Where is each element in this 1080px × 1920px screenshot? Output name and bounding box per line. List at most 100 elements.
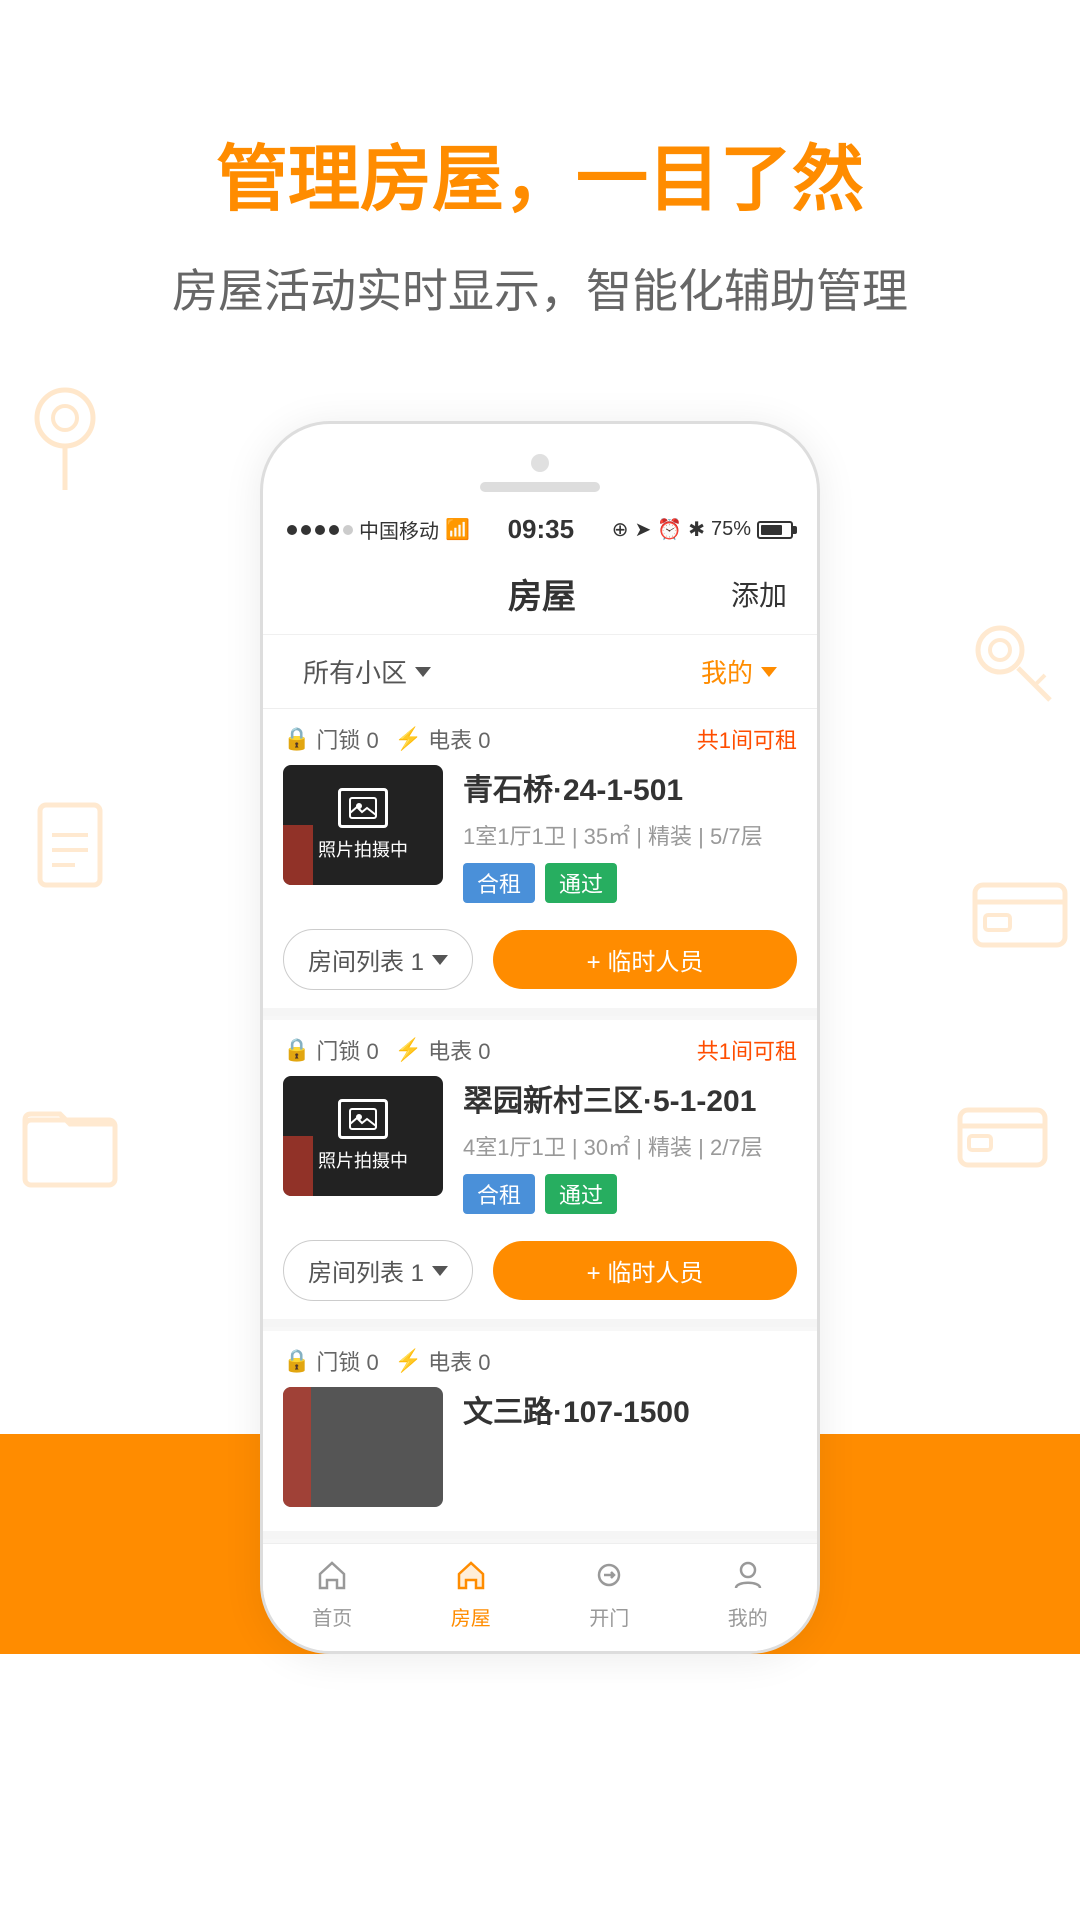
tag-tongguo-1: 通过 [545,863,617,903]
chevron-down-icon-2 [761,667,777,677]
add-button[interactable]: 添加 [731,574,787,614]
available-prefix-2: 共 [697,1039,719,1064]
status-time: 09:35 [508,514,575,545]
battery-text: 75% [711,518,751,541]
card-stats-3: 🔒 门锁 0 ⚡ 电表 0 [263,1331,817,1387]
open-door-nav-icon [592,1558,626,1598]
room-list-button-1[interactable]: 房间列表 1 [283,929,473,990]
nav-home-label: 首页 [312,1602,352,1631]
temp-staff-button-2[interactable]: + 临时人员 [493,1241,797,1300]
nav-item-mine[interactable]: 我的 [698,1558,798,1631]
app-header: 房屋 添加 [263,553,817,635]
electric-label-1: 电表 0 [428,723,490,755]
stats-left-2: 🔒 门锁 0 ⚡ 电表 0 [283,1034,491,1066]
mine-label: 我的 [701,653,753,690]
gps-icon: ➤ [635,517,652,542]
alarm-icon: ⏰ [657,517,682,542]
electric-stat-1: ⚡ 电表 0 [395,723,491,755]
room-list-label-1: 房间列表 1 [308,942,424,977]
filter-left[interactable]: 所有小区 [303,653,431,690]
dot3 [315,525,325,535]
electric-icon-2: ⚡ [395,1037,422,1063]
location-icon: ⊕ [612,517,629,542]
card-body-3: 文三路·107-1500 [263,1387,817,1523]
card-detail-1: 1室1厅1卫 | 35㎡ | 精装 | 5/7层 [463,819,797,851]
house-nav-icon [454,1558,488,1598]
stats-right-1: 共1间可租 [697,723,797,755]
card-body-1: 照片拍摄中 青石桥·24-1-501 1室1厅1卫 | 35㎡ | 精装 | 5… [263,765,817,919]
card-name-3: 文三路·107-1500 [463,1387,797,1431]
nav-item-home[interactable]: 首页 [282,1558,382,1631]
available-prefix-1: 共 [697,728,719,753]
card-actions-1: 房间列表 1 + 临时人员 [263,919,817,1008]
dot4 [329,525,339,535]
electric-stat-2: ⚡ 电表 0 [395,1034,491,1066]
available-suffix-2: 间可租 [731,1039,797,1064]
electric-label-3: 电表 0 [428,1345,490,1377]
property-card-2: 🔒 门锁 0 ⚡ 电表 0 共1间可租 [263,1020,817,1327]
hero-title: 管理房屋，一目了然 [40,120,1040,225]
status-right: ⊕ ➤ ⏰ ✱ 75% [612,517,793,542]
tag-hezhu-2: 合租 [463,1174,535,1214]
card-name-2: 翠园新村三区·5-1-201 [463,1076,797,1120]
nav-mine-label: 我的 [728,1602,768,1631]
app-title: 房屋 [353,569,731,618]
room-list-button-2[interactable]: 房间列表 1 [283,1240,473,1301]
nav-item-open[interactable]: 开门 [559,1558,659,1631]
temp-staff-button-1[interactable]: + 临时人员 [493,930,797,989]
card-image-3 [283,1387,443,1507]
lock-label-1: 门锁 0 [316,723,378,755]
nav-item-house[interactable]: 房屋 [421,1558,521,1631]
filter-bar: 所有小区 我的 [263,635,817,709]
battery-fill [761,525,782,535]
bluetooth-icon: ✱ [688,517,705,542]
filter-right[interactable]: 我的 [701,653,777,690]
home-nav-icon [315,1558,349,1598]
lock-stat-2: 🔒 门锁 0 [283,1034,379,1066]
card-stats-2: 🔒 门锁 0 ⚡ 电表 0 共1间可租 [263,1020,817,1076]
phone-mockup: 中国移动 📶 09:35 ⊕ ➤ ⏰ ✱ 75% [0,421,1080,1654]
lock-stat-1: 🔒 门锁 0 [283,723,379,755]
phone-screen: 中国移动 📶 09:35 ⊕ ➤ ⏰ ✱ 75% [263,506,817,1651]
available-suffix-1: 间可租 [731,728,797,753]
stats-right-2: 共1间可租 [697,1034,797,1066]
lock-stat-3: 🔒 门锁 0 [283,1345,379,1377]
phone-frame: 中国移动 📶 09:35 ⊕ ➤ ⏰ ✱ 75% [260,421,820,1654]
tag-hezhu-1: 合租 [463,863,535,903]
available-num-2: 1 [719,1039,731,1064]
property-card-3: 🔒 门锁 0 ⚡ 电表 0 [263,1331,817,1539]
room-list-chevron-1 [432,955,448,965]
room-list-label-2: 房间列表 1 [308,1253,424,1288]
card-red-decor-2 [283,1136,313,1196]
dot1 [287,525,297,535]
card-placeholder-2: 照片拍摄中 [318,1099,408,1173]
chevron-down-icon [415,667,431,677]
battery-icon [757,521,793,539]
tag-tongguo-2: 通过 [545,1174,617,1214]
hero-subtitle: 房屋活动实时显示，智能化辅助管理 [40,255,1040,321]
lock-icon-3: 🔒 [283,1348,310,1374]
card-name-1: 青石桥·24-1-501 [463,765,797,809]
carrier-label: 中国移动 [359,515,439,544]
mine-nav-icon [731,1558,765,1598]
lock-label-2: 门锁 0 [316,1034,378,1066]
card-info-3: 文三路·107-1500 [463,1387,797,1441]
card-stats-1: 🔒 门锁 0 ⚡ 电表 0 共1间可租 [263,709,817,765]
dot5 [343,525,353,535]
all-district-label: 所有小区 [303,653,407,690]
signal-dots [287,525,353,535]
card-placeholder-1: 照片拍摄中 [318,788,408,862]
card-red-decor-1 [283,825,313,885]
hero-section: 管理房屋，一目了然 房屋活动实时显示，智能化辅助管理 [0,0,1080,381]
bottom-nav: 首页 房屋 [263,1543,817,1651]
electric-icon-3: ⚡ [395,1348,422,1374]
room-list-chevron-2 [432,1266,448,1276]
status-bar: 中国移动 📶 09:35 ⊕ ➤ ⏰ ✱ 75% [263,506,817,553]
lock-icon-1: 🔒 [283,726,310,752]
card-actions-2: 房间列表 1 + 临时人员 [263,1230,817,1319]
status-left: 中国移动 📶 [287,515,470,544]
card-tags-2: 合租 通过 [463,1174,797,1214]
card-tags-1: 合租 通过 [463,863,797,903]
nav-open-label: 开门 [589,1602,629,1631]
card-image-2: 照片拍摄中 [283,1076,443,1196]
